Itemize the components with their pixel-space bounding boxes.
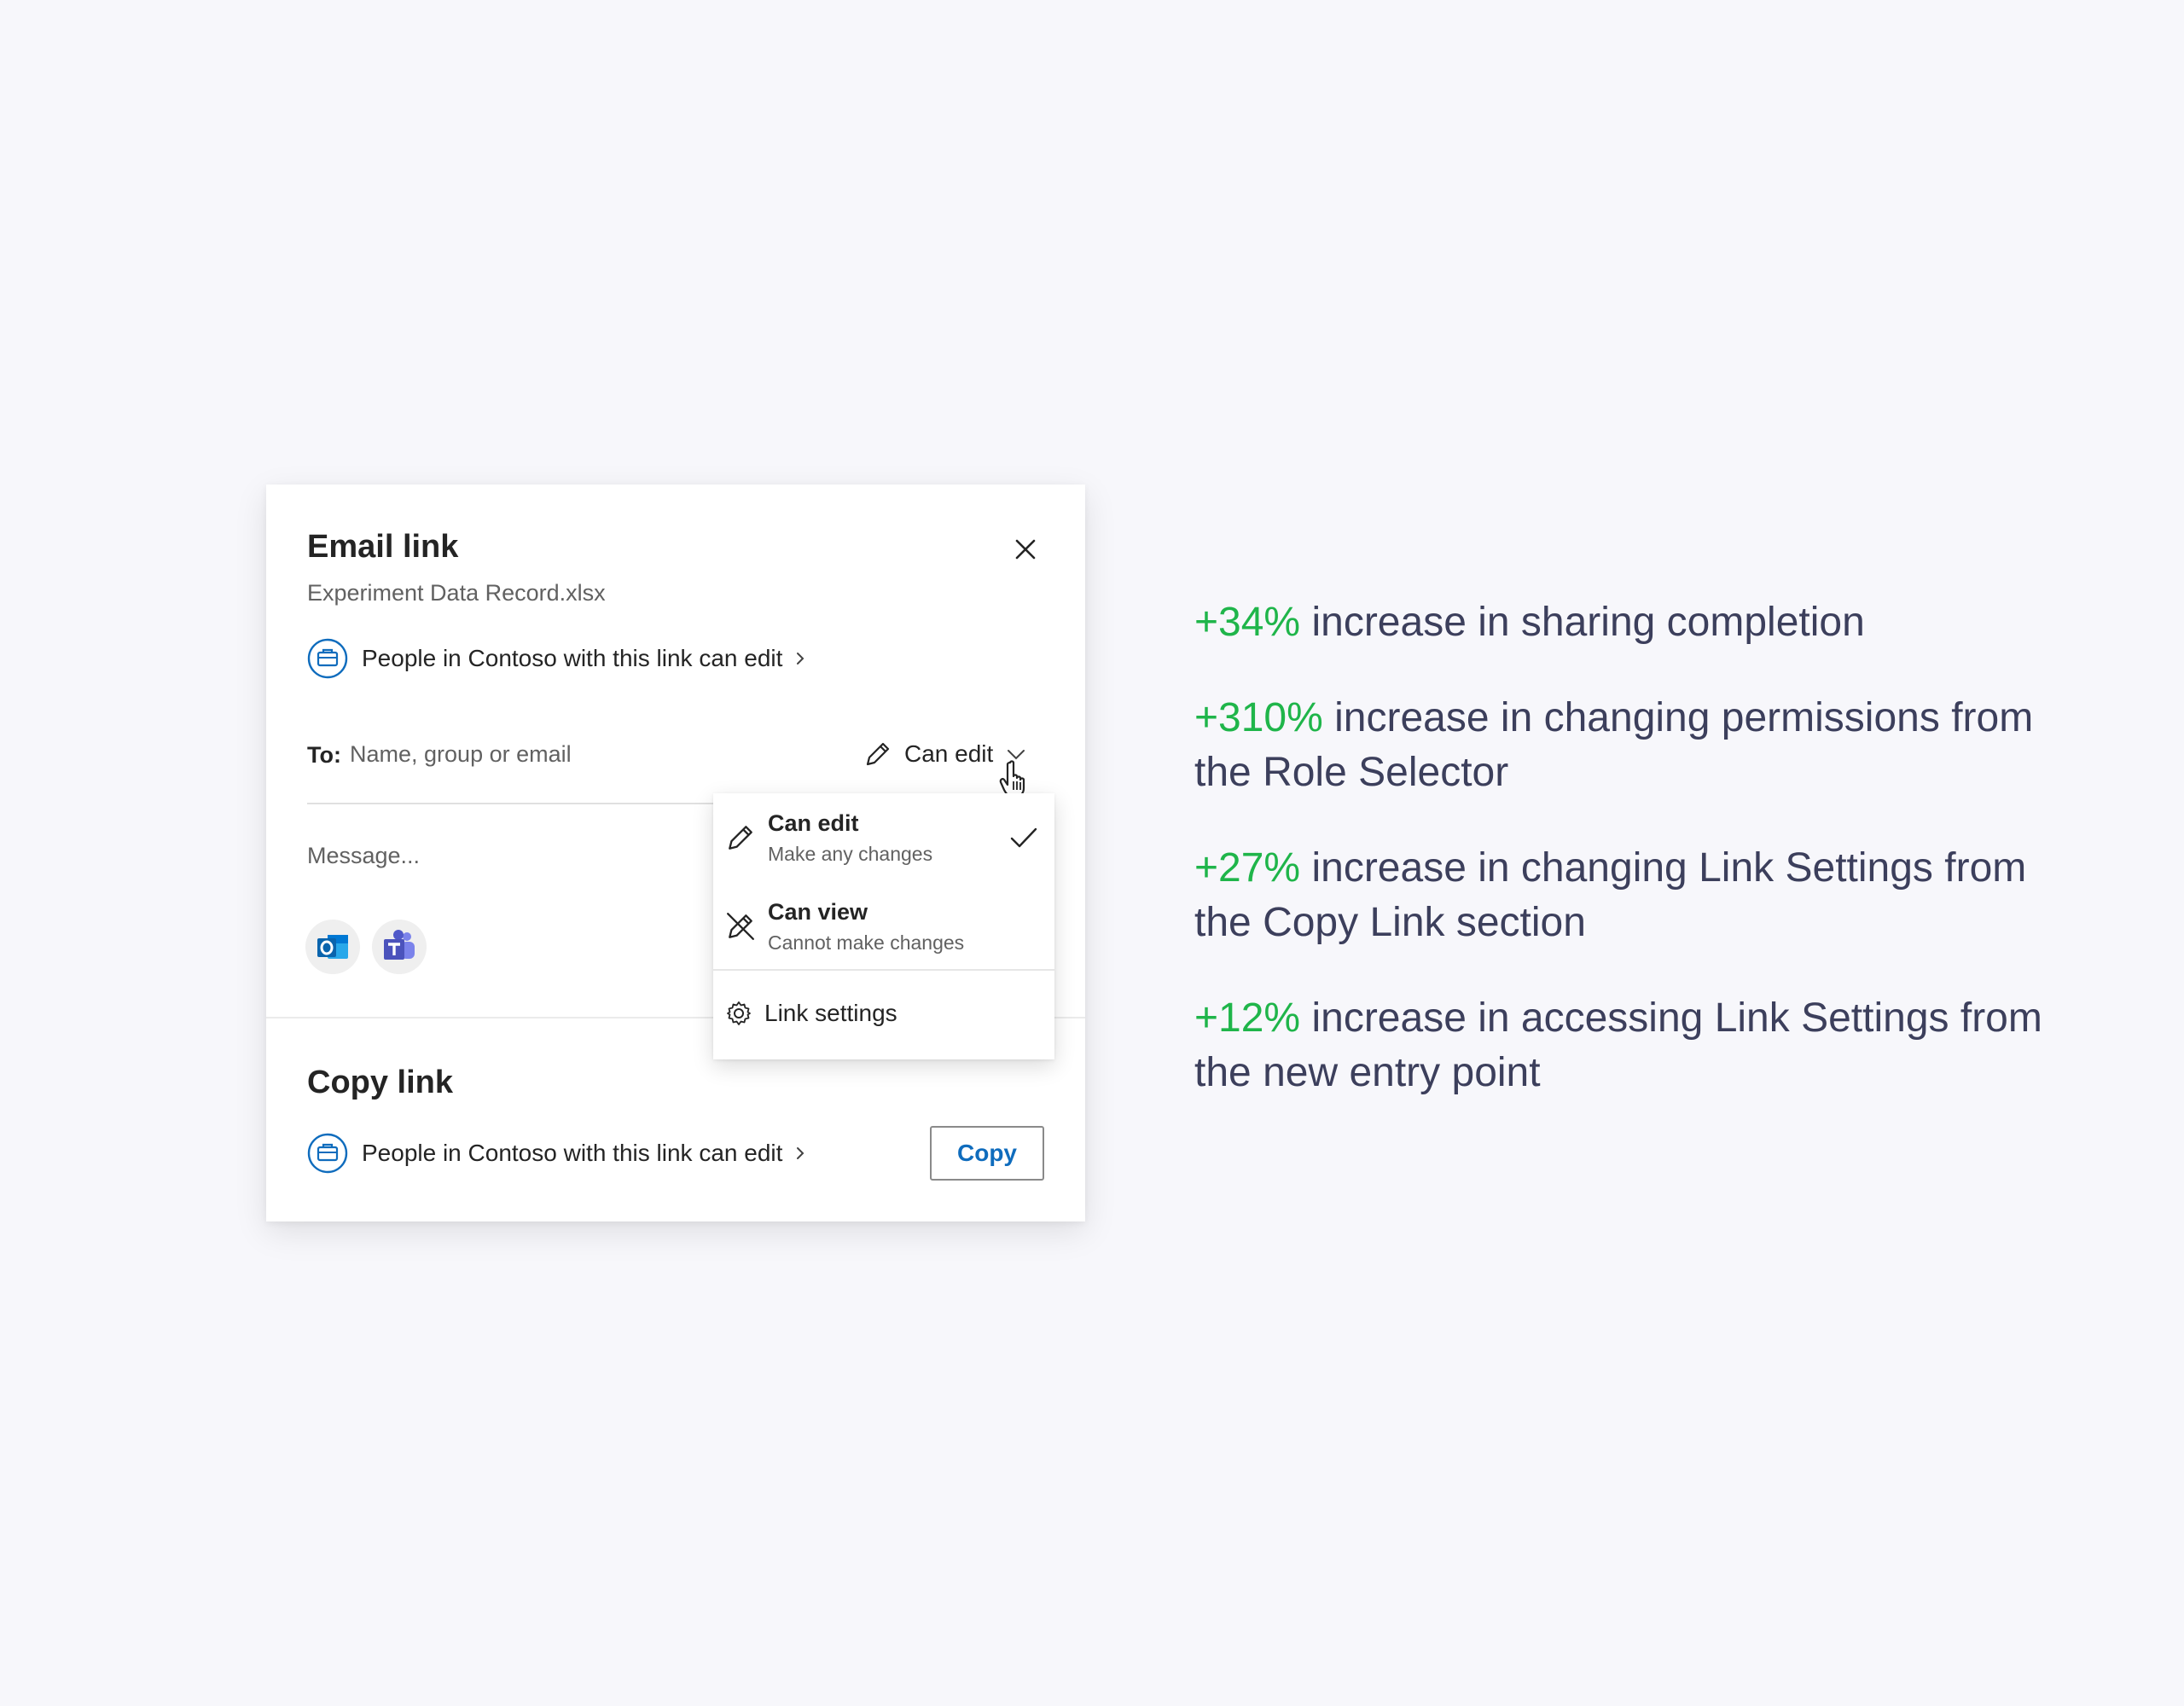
message-field[interactable] <box>307 836 700 901</box>
stat-percent: +310% <box>1194 695 1323 740</box>
stat-text: increase in sharing completion <box>1311 600 1865 645</box>
copy-link-scope-label: People in Contoso with this link can edi… <box>362 1140 783 1166</box>
stat-item: +12% increase in accessing Link Settings… <box>1194 991 2065 1100</box>
file-name: Experiment Data Record.xlsx <box>307 580 606 606</box>
permission-label: Can edit <box>904 740 994 767</box>
stat-text: increase in accessing Link Settings from… <box>1194 995 2042 1095</box>
chevron-right-icon <box>797 1147 804 1159</box>
permission-menu: Can edit Make any changes Can view Canno… <box>713 793 1054 1059</box>
pencil-icon <box>866 742 890 766</box>
stat-percent: +12% <box>1194 995 1301 1041</box>
stat-item: +310% increase in changing permissions f… <box>1194 691 2065 800</box>
pencil-icon <box>729 826 752 850</box>
to-label: To: <box>307 742 341 768</box>
copy-link-title: Copy link <box>307 1065 454 1100</box>
stat-item: +34% increase in sharing completion <box>1194 595 2065 650</box>
menu-item-link-settings[interactable]: Link settings <box>713 971 1054 1059</box>
stats-list: +34% increase in sharing completion +310… <box>1194 595 2065 1141</box>
teams-icon <box>384 930 415 960</box>
stat-text: increase in changing Link Settings from … <box>1194 845 2027 945</box>
menu-item-subtitle: Make any changes <box>768 843 933 865</box>
menu-item-can-view[interactable]: Can view Cannot make changes <box>713 882 1054 969</box>
checkmark-icon <box>1010 827 1037 848</box>
outlook-button[interactable] <box>305 920 360 974</box>
stat-percent: +27% <box>1194 845 1301 891</box>
copy-button[interactable]: Copy <box>930 1126 1044 1181</box>
chevron-right-icon <box>797 653 804 664</box>
menu-item-can-edit[interactable]: Can edit Make any changes <box>713 793 1054 882</box>
recipient-input[interactable] <box>345 734 833 775</box>
gear-icon <box>727 1001 751 1025</box>
email-link-scope-button[interactable]: People in Contoso with this link can edi… <box>307 636 808 681</box>
close-icon[interactable] <box>1008 532 1043 566</box>
pencil-off-icon <box>727 913 754 940</box>
copy-link-scope-button[interactable]: People in Contoso with this link can edi… <box>307 1131 808 1175</box>
menu-item-subtitle: Cannot make changes <box>768 931 965 954</box>
recipient-divider <box>307 803 725 804</box>
menu-item-title: Can edit <box>768 810 859 836</box>
outlook-icon <box>317 935 348 959</box>
email-link-scope-label: People in Contoso with this link can edi… <box>362 645 783 671</box>
menu-item-title: Can view <box>768 899 868 925</box>
briefcase-icon <box>307 1133 348 1174</box>
stat-item: +27% increase in changing Link Settings … <box>1194 841 2065 950</box>
briefcase-icon <box>307 638 348 679</box>
teams-button[interactable] <box>372 920 427 974</box>
stat-percent: +34% <box>1194 600 1301 645</box>
dialog-title: Email link <box>307 529 459 565</box>
link-settings-label: Link settings <box>764 1000 897 1026</box>
